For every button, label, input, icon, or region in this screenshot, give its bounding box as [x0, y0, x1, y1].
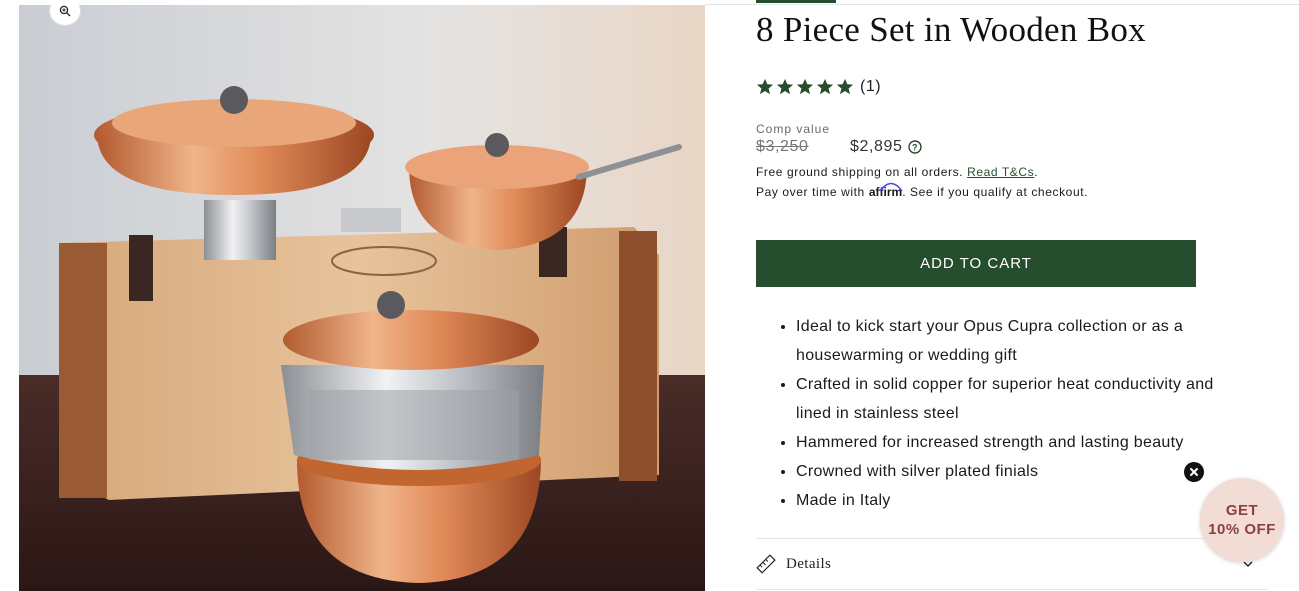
list-item: Made in Italy: [796, 486, 1246, 515]
help-icon[interactable]: ?: [907, 140, 922, 154]
star-icon: [776, 78, 794, 95]
ruler-icon: [756, 554, 776, 574]
add-to-cart-button[interactable]: ADD TO CART: [756, 240, 1196, 287]
star-icon: [796, 78, 814, 95]
svg-text:?: ?: [911, 143, 917, 153]
zoom-icon: [59, 5, 71, 17]
details-label: Details: [786, 555, 832, 572]
product-image[interactable]: [19, 5, 705, 591]
affirm-logo[interactable]: affirm: [869, 182, 903, 199]
discount-popup-button[interactable]: GET 10% OFF: [1200, 478, 1284, 562]
shipping-suffix: .: [1034, 165, 1039, 179]
list-item: Hammered for increased strength and last…: [796, 428, 1246, 457]
list-item: Crowned with silver plated finials: [796, 457, 1246, 486]
terms-link[interactable]: Read T&Cs: [967, 165, 1034, 179]
financing-prefix: Pay over time with: [756, 185, 865, 199]
shipping-text: Free ground shipping on all orders.: [756, 165, 964, 179]
rating[interactable]: (1): [756, 78, 881, 96]
comp-value-label: Comp value: [756, 122, 831, 136]
promo-line-1: GET: [1225, 502, 1259, 519]
cookware-set-illustration: [19, 5, 705, 591]
product-title: 8 Piece Set in Wooden Box: [756, 10, 1146, 49]
review-count[interactable]: (1): [860, 78, 881, 96]
sale-price-row: $2,895 ?: [850, 138, 922, 156]
list-item: Crafted in solid copper for superior hea…: [796, 370, 1246, 428]
compare-price: $3,250: [756, 138, 809, 155]
top-divider: [705, 4, 1299, 5]
close-icon: [1190, 468, 1198, 476]
shipping-note: Free ground shipping on all orders. Read…: [756, 165, 1038, 179]
star-icon: [756, 78, 774, 95]
divider: [756, 538, 1268, 539]
star-icon: [836, 78, 854, 95]
financing-note: Pay over time with affirm . See if you q…: [756, 182, 1089, 199]
accent-line: [756, 0, 836, 3]
financing-suffix: . See if you qualify at checkout.: [902, 185, 1089, 199]
divider: [756, 589, 1268, 590]
promo-line-2: 10% OFF: [1208, 521, 1276, 538]
star-icon: [816, 78, 834, 95]
feature-list: Ideal to kick start your Opus Cupra coll…: [756, 312, 1246, 515]
sale-price: $2,895: [850, 138, 903, 155]
list-item: Ideal to kick start your Opus Cupra coll…: [796, 312, 1246, 370]
close-promo-button[interactable]: [1184, 462, 1204, 482]
affirm-arc-icon: [879, 182, 903, 192]
details-accordion[interactable]: Details: [756, 548, 1268, 580]
